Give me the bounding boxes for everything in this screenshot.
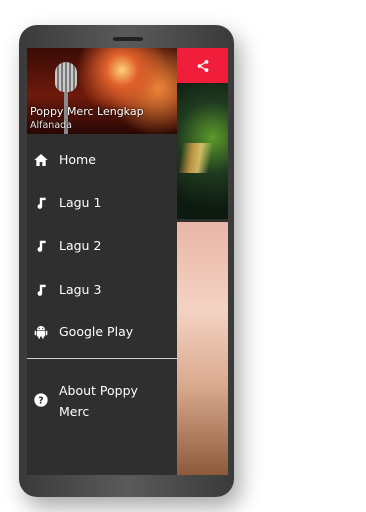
microphone-image (55, 62, 77, 92)
drawer-header: Poppy Merc Lengkap Alfanada (27, 48, 177, 134)
share-icon (197, 60, 209, 72)
menu-item-about[interactable]: ? About Poppy Merc (27, 364, 177, 420)
drawer-subtitle: Alfanada (30, 120, 72, 131)
menu-item-label: Lagu 3 (59, 282, 102, 297)
help-circle-icon: ? (33, 392, 49, 408)
svg-text:?: ? (38, 395, 43, 406)
music-artwork-image (177, 83, 228, 219)
phone-frame: Poppy Merc Lengkap Alfanada Home Lagu 1 (19, 25, 234, 497)
drawer-title: Poppy Merc Lengkap (30, 105, 144, 118)
menu-item-label: Home (59, 152, 96, 167)
menu-item-lagu-1[interactable]: Lagu 1 (27, 183, 177, 223)
menu-divider (27, 358, 177, 359)
menu-item-home[interactable]: Home (27, 140, 177, 180)
home-icon (33, 152, 49, 168)
menu-item-lagu-3[interactable]: Lagu 3 (27, 270, 177, 310)
music-note-icon (33, 195, 49, 211)
screen: Poppy Merc Lengkap Alfanada Home Lagu 1 (27, 48, 228, 475)
navigation-drawer: Poppy Merc Lengkap Alfanada Home Lagu 1 (27, 48, 177, 475)
field-photo-image (177, 222, 228, 475)
menu-item-google-play[interactable]: Google Play (27, 312, 177, 352)
menu-item-label: Lagu 1 (59, 195, 102, 210)
app-toolbar (177, 48, 228, 83)
menu-item-label: About Poppy Merc (59, 383, 138, 419)
android-icon (33, 324, 49, 340)
phone-speaker (113, 37, 143, 41)
music-note-icon (33, 282, 49, 298)
share-button[interactable] (190, 53, 216, 79)
menu-item-lagu-2[interactable]: Lagu 2 (27, 226, 177, 266)
app-content (177, 48, 228, 475)
menu-item-label: Lagu 2 (59, 238, 102, 253)
music-note-icon (33, 238, 49, 254)
menu-item-label: Google Play (59, 324, 134, 339)
